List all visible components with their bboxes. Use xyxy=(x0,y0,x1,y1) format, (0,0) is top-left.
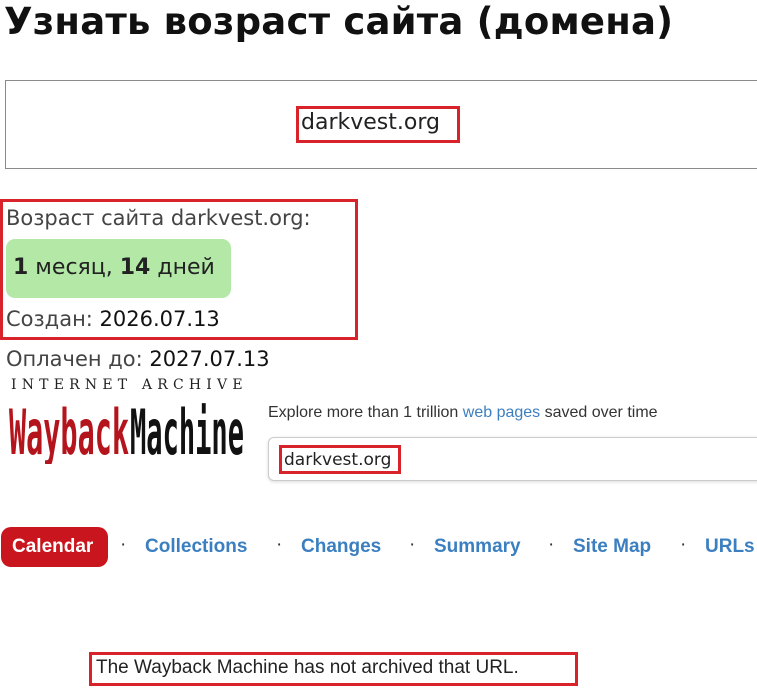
tab-collections[interactable]: Collections xyxy=(145,536,247,558)
svg-text:Machine: Machine xyxy=(130,398,244,464)
page-title: Узнать возраст сайта (домена) xyxy=(4,0,674,43)
svg-text:Wayback: Wayback xyxy=(9,398,129,464)
highlight-box-age xyxy=(0,199,358,340)
explore-tagline: Explore more than 1 trillion web pages s… xyxy=(268,404,658,422)
highlight-box-message xyxy=(89,652,578,686)
wayback-machine-logo[interactable]: Wayback Machine xyxy=(8,398,248,464)
highlight-box-input xyxy=(296,106,460,143)
tab-separator: · xyxy=(548,534,555,555)
tab-site-map[interactable]: Site Map xyxy=(573,536,651,558)
web-pages-link[interactable]: web pages xyxy=(463,404,540,421)
explore-prefix: Explore more than 1 trillion xyxy=(268,404,463,421)
highlight-box-search xyxy=(279,445,401,474)
tab-urls[interactable]: URLs xyxy=(705,536,755,558)
internet-archive-label: INTERNET ARCHIVE xyxy=(11,377,248,393)
tab-separator: · xyxy=(409,534,416,555)
explore-suffix: saved over time xyxy=(540,404,658,421)
paid-until-label: Оплачен до: xyxy=(6,347,150,371)
tab-separator: · xyxy=(680,534,687,555)
tab-separator: · xyxy=(276,534,283,555)
tab-summary[interactable]: Summary xyxy=(434,536,521,558)
paid-until-row: Оплачен до: 2027.07.13 xyxy=(6,347,270,371)
tab-calendar-label[interactable]: Calendar xyxy=(12,536,93,558)
tab-separator: · xyxy=(120,534,127,555)
tab-changes[interactable]: Changes xyxy=(301,536,381,558)
paid-until-value: 2027.07.13 xyxy=(149,347,270,371)
